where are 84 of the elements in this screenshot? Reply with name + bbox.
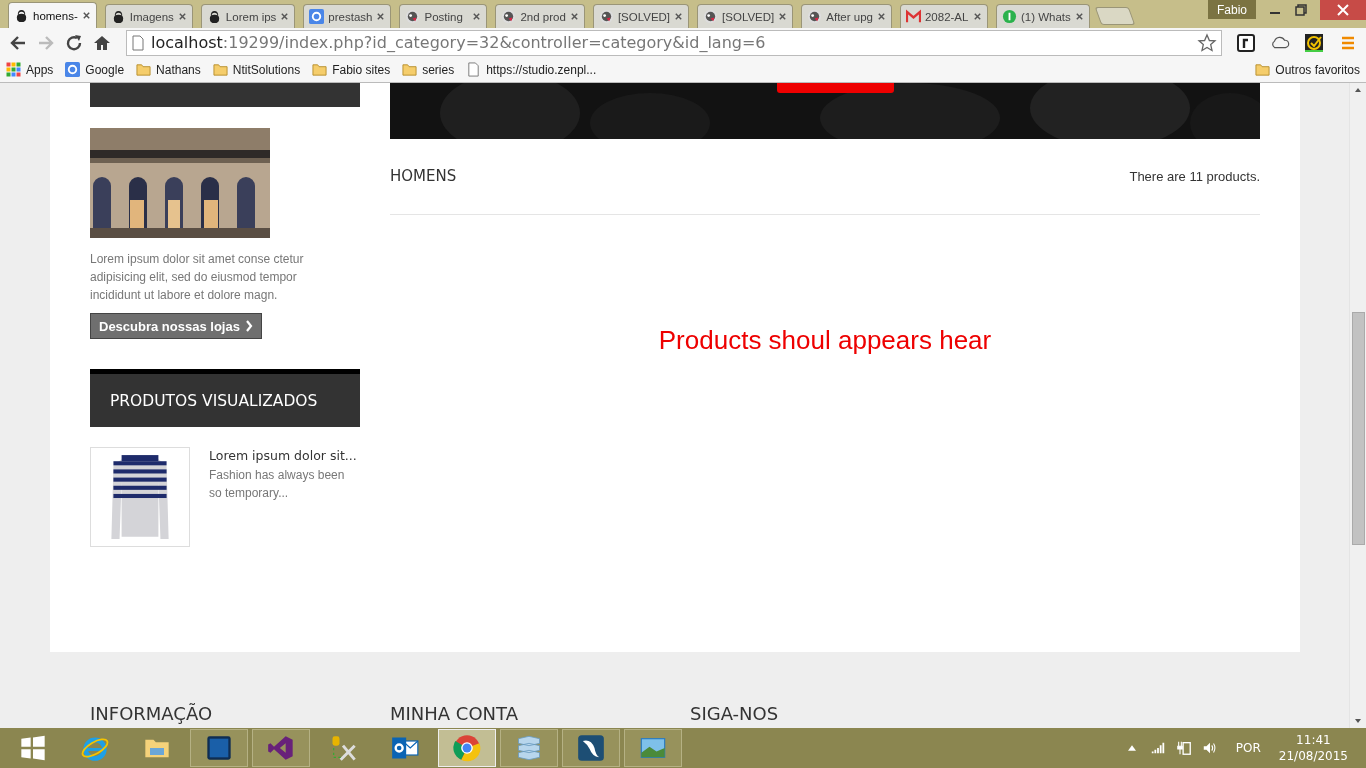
browser-tab[interactable]: 2082-AL bbox=[899, 4, 988, 28]
bookmark[interactable]: NtitSolutions bbox=[212, 62, 301, 77]
browser-tab[interactable]: Lorem ips bbox=[200, 4, 296, 28]
bird-icon bbox=[501, 9, 517, 24]
close-icon[interactable] bbox=[876, 12, 886, 21]
page-icon bbox=[131, 34, 145, 51]
clock-time: 11:41 bbox=[1296, 732, 1331, 748]
input-language[interactable]: POR bbox=[1235, 741, 1261, 755]
server-icon bbox=[515, 734, 543, 762]
footer-heading: INFORMAÇÃO bbox=[90, 703, 214, 724]
close-icon[interactable] bbox=[778, 12, 788, 21]
close-icon[interactable] bbox=[972, 12, 982, 21]
folder-icon bbox=[212, 62, 228, 77]
address-field[interactable]: localhost:19299/index.php?id_category=32&controller=category&id_lang=6 bbox=[126, 29, 1222, 56]
bird-icon bbox=[703, 9, 719, 24]
bird-icon bbox=[807, 9, 823, 24]
profile-name[interactable]: Fabio bbox=[1207, 0, 1256, 19]
browser-tab[interactable]: Imagens bbox=[104, 4, 193, 28]
checkmark-icon[interactable] bbox=[1304, 32, 1324, 53]
product-thumbnail[interactable] bbox=[90, 447, 190, 547]
bird-icon bbox=[405, 9, 421, 24]
browser-tab[interactable]: [SOLVED] bbox=[592, 4, 690, 28]
bookmark-folder[interactable]: Outros favoritos bbox=[1255, 62, 1360, 77]
reload-icon[interactable] bbox=[64, 32, 84, 53]
bird-icon bbox=[598, 9, 614, 24]
scrollbar-thumb[interactable] bbox=[1351, 312, 1365, 545]
bookmark[interactable]: Nathans bbox=[136, 62, 201, 77]
star-icon[interactable] bbox=[1197, 32, 1217, 53]
browser-tab[interactable]: After upg bbox=[801, 4, 892, 28]
page-icon bbox=[466, 62, 482, 77]
footer-heading: SIGA-NOS bbox=[690, 703, 780, 724]
browser-tab[interactable]: [SOLVED] bbox=[697, 4, 794, 28]
code-editor-icon bbox=[267, 734, 295, 762]
close-icon[interactable] bbox=[1320, 0, 1366, 20]
store-description: Lorem ipsum dolor sit amet conse ctetur adipisicing elit, sed do eiusmod tempor incididunt ut labore et dolore magn. bbox=[90, 251, 305, 304]
close-icon[interactable] bbox=[177, 12, 187, 21]
signal-icon[interactable] bbox=[1149, 740, 1166, 756]
windows-icon bbox=[19, 734, 47, 762]
taskbar-button[interactable] bbox=[190, 729, 248, 767]
bookmark[interactable]: https://studio.zenpl... bbox=[466, 62, 597, 77]
volume-icon[interactable] bbox=[1201, 740, 1218, 756]
taskbar-button[interactable] bbox=[562, 729, 620, 767]
close-icon[interactable] bbox=[376, 12, 386, 21]
close-icon[interactable] bbox=[1074, 12, 1084, 21]
stores-button[interactable]: Descubra nossas lojas bbox=[90, 313, 262, 339]
footer-heading: MINHA CONTA bbox=[390, 703, 519, 724]
product-title[interactable]: Lorem ipsum dolor sit... bbox=[209, 447, 359, 465]
bookmark[interactable]: Fabio sites bbox=[312, 62, 391, 77]
folder-icon bbox=[312, 62, 328, 77]
chevron-icon bbox=[244, 320, 253, 332]
browser-tab[interactable]: (1) Whats bbox=[995, 4, 1090, 28]
browser-tab[interactable]: Posting bbox=[399, 4, 488, 28]
browser-tab[interactable]: prestash bbox=[303, 4, 392, 28]
section-title: PRODUTOS VISUALIZADOS bbox=[110, 391, 318, 410]
clock-date: 21/08/2015 bbox=[1278, 748, 1348, 764]
close-icon[interactable] bbox=[280, 12, 290, 21]
google-icon bbox=[65, 62, 81, 77]
browser-tab[interactable]: 2nd prod bbox=[495, 4, 585, 28]
close-icon[interactable] bbox=[674, 12, 684, 21]
folder-icon bbox=[1255, 62, 1271, 77]
dolphin-icon bbox=[577, 734, 605, 762]
category-title: HOMENS bbox=[390, 167, 457, 185]
close-icon[interactable] bbox=[569, 12, 579, 21]
clock[interactable]: 11:41 21/08/2015 bbox=[1278, 732, 1348, 764]
extension-icon[interactable] bbox=[1236, 32, 1256, 53]
close-icon[interactable] bbox=[81, 11, 91, 20]
chrome-icon bbox=[453, 734, 481, 762]
apps-grid-icon bbox=[6, 62, 21, 77]
google-icon bbox=[309, 9, 325, 24]
close-icon[interactable] bbox=[472, 12, 482, 21]
bookmark[interactable]: Apps bbox=[6, 62, 54, 77]
bookmark[interactable]: Google bbox=[65, 62, 125, 77]
folder-icon bbox=[136, 62, 152, 77]
mail-icon bbox=[905, 9, 921, 24]
product-count: There are 11 products. bbox=[1129, 168, 1260, 184]
scrollbar[interactable] bbox=[1349, 83, 1366, 728]
chat-icon bbox=[1001, 9, 1017, 24]
taskbar-button[interactable] bbox=[252, 729, 310, 767]
battery-icon[interactable] bbox=[1175, 740, 1192, 756]
bookmark[interactable]: series bbox=[402, 62, 455, 77]
product-description: Fashion has always been so temporary... bbox=[209, 467, 346, 502]
browser-tab[interactable]: homens- bbox=[8, 2, 97, 28]
folder-icon bbox=[402, 62, 418, 77]
notice-text: Products shoul appears hear bbox=[657, 325, 993, 356]
